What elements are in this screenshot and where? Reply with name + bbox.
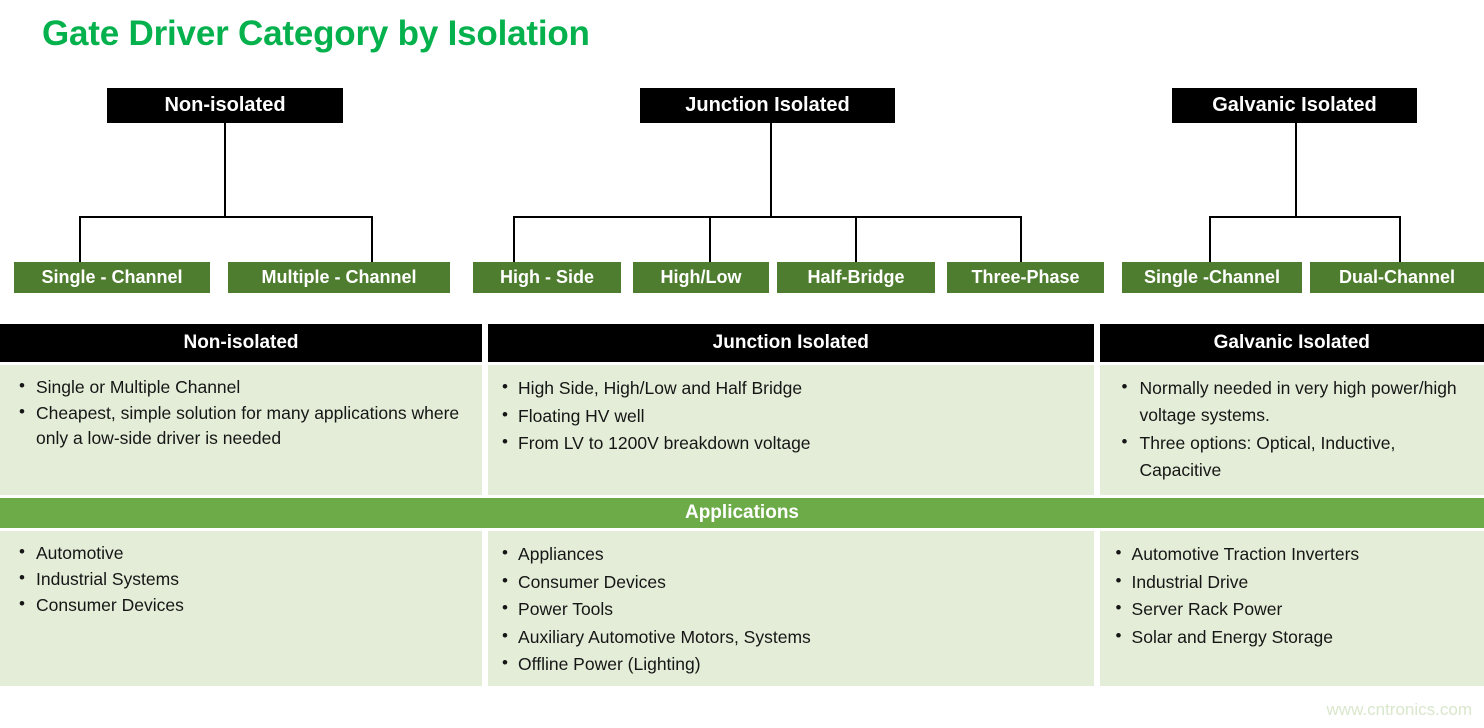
tree-child-label: Single -Channel: [1143, 267, 1280, 287]
tree-child-label: Multiple - Channel: [261, 267, 417, 287]
tree-child-multiple-channel[interactable]: Multiple - Channel: [228, 262, 450, 293]
application-list: Automotive Traction Inverters Industrial…: [1114, 540, 1470, 651]
matrix-cell-applications-junction-isolated: Appliances Consumer Devices Power Tools …: [488, 531, 1094, 686]
matrix-cell-features-galvanic-isolated: Normally needed in very high power/high …: [1099, 365, 1484, 495]
matrix-header-row: Non-isolated Junction Isolated Galvanic …: [0, 324, 1484, 362]
list-item: Three options: Optical, Inductive, Capac…: [1114, 429, 1470, 484]
list-item: Automotive: [14, 540, 468, 566]
tree-child-three-phase[interactable]: Three-Phase: [947, 262, 1104, 293]
list-item: Solar and Energy Storage: [1114, 623, 1470, 651]
list-item: Single or Multiple Channel: [14, 374, 468, 400]
list-item: Cheapest, simple solution for many appli…: [14, 400, 468, 451]
matrix-features-row: Single or Multiple Channel Cheapest, sim…: [0, 365, 1484, 495]
tree-child-single-channel-galvanic[interactable]: Single -Channel: [1122, 262, 1302, 293]
tree-parent-galvanic-isolated[interactable]: Galvanic Isolated: [1172, 88, 1417, 123]
tree-child-label: High - Side: [500, 267, 594, 287]
tree-child-label: Single - Channel: [41, 267, 183, 287]
tree-child-label: Dual-Channel: [1338, 267, 1455, 287]
connector-bar-galvanic-isolated: [1209, 216, 1401, 218]
connector-stem-galvanic-isolated: [1295, 123, 1297, 217]
matrix-header-junction-isolated: Junction Isolated: [488, 324, 1094, 362]
feature-list: Single or Multiple Channel Cheapest, sim…: [14, 374, 468, 451]
connector-drop-single-channel: [79, 216, 81, 262]
isolation-tree-diagram: Non-isolated Single - Channel Multiple -…: [0, 0, 1484, 310]
tree-parent-label: Non-isolated: [164, 94, 286, 116]
tree-child-half-bridge[interactable]: Half-Bridge: [777, 262, 935, 293]
list-item: Offline Power (Lighting): [500, 650, 1080, 678]
connector-drop-high-side: [513, 216, 515, 262]
list-item: Normally needed in very high power/high …: [1114, 374, 1470, 429]
matrix-cell-applications-non-isolated: Automotive Industrial Systems Consumer D…: [0, 531, 483, 686]
list-item: Power Tools: [500, 595, 1080, 623]
list-item: Floating HV well: [500, 402, 1080, 430]
list-item: Automotive Traction Inverters: [1114, 540, 1470, 568]
feature-list: High Side, High/Low and Half Bridge Floa…: [500, 374, 1080, 457]
tree-child-dual-channel[interactable]: Dual-Channel: [1310, 262, 1484, 293]
connector-drop-high-low: [709, 216, 711, 262]
tree-child-single-channel[interactable]: Single - Channel: [14, 262, 210, 293]
matrix-cell-applications-galvanic-isolated: Automotive Traction Inverters Industrial…: [1099, 531, 1484, 686]
list-item: From LV to 1200V breakdown voltage: [500, 429, 1080, 457]
connector-drop-three-phase: [1020, 216, 1022, 262]
application-list: Automotive Industrial Systems Consumer D…: [14, 540, 468, 618]
matrix-applications-row: Automotive Industrial Systems Consumer D…: [0, 531, 1484, 686]
application-list: Appliances Consumer Devices Power Tools …: [500, 540, 1080, 678]
tree-parent-non-isolated[interactable]: Non-isolated: [107, 88, 343, 123]
footer-watermark: www.cntronics.com: [1326, 700, 1472, 719]
matrix-header-label: Galvanic Isolated: [1213, 332, 1370, 353]
connector-drop-half-bridge: [855, 216, 857, 262]
tree-child-high-side[interactable]: High - Side: [473, 262, 621, 293]
list-item: Industrial Drive: [1114, 568, 1470, 596]
matrix-header-non-isolated: Non-isolated: [0, 324, 483, 362]
tree-parent-label: Junction Isolated: [685, 94, 850, 116]
list-item: Appliances: [500, 540, 1080, 568]
list-item: Server Rack Power: [1114, 595, 1470, 623]
connector-drop-dual-channel: [1399, 216, 1401, 262]
matrix-header-galvanic-isolated: Galvanic Isolated: [1099, 324, 1484, 362]
applications-banner: Applications: [0, 498, 1484, 528]
comparison-matrix: Non-isolated Junction Isolated Galvanic …: [0, 324, 1484, 686]
connector-bar-non-isolated: [79, 216, 373, 218]
connector-drop-single-channel-2: [1209, 216, 1211, 262]
matrix-header-label: Non-isolated: [183, 332, 299, 353]
tree-child-label: High/Low: [660, 267, 742, 287]
tree-parent-label: Galvanic Isolated: [1212, 94, 1377, 116]
tree-child-high-low[interactable]: High/Low: [633, 262, 769, 293]
connector-stem-junction-isolated: [770, 123, 772, 217]
connector-drop-multiple-channel: [371, 216, 373, 262]
applications-label: Applications: [684, 502, 799, 523]
connector-bar-junction-isolated: [513, 216, 1022, 218]
list-item: Industrial Systems: [14, 566, 468, 592]
matrix-cell-features-non-isolated: Single or Multiple Channel Cheapest, sim…: [0, 365, 483, 495]
tree-child-label: Half-Bridge: [807, 267, 905, 287]
list-item: Consumer Devices: [500, 568, 1080, 596]
list-item: Auxiliary Automotive Motors, Systems: [500, 623, 1080, 651]
feature-list: Normally needed in very high power/high …: [1114, 374, 1470, 485]
list-item: High Side, High/Low and Half Bridge: [500, 374, 1080, 402]
matrix-cell-features-junction-isolated: High Side, High/Low and Half Bridge Floa…: [488, 365, 1094, 495]
tree-parent-junction-isolated[interactable]: Junction Isolated: [640, 88, 895, 123]
connector-stem-non-isolated: [224, 123, 226, 217]
matrix-header-label: Junction Isolated: [712, 332, 869, 353]
list-item: Consumer Devices: [14, 592, 468, 618]
tree-child-label: Three-Phase: [971, 267, 1080, 287]
